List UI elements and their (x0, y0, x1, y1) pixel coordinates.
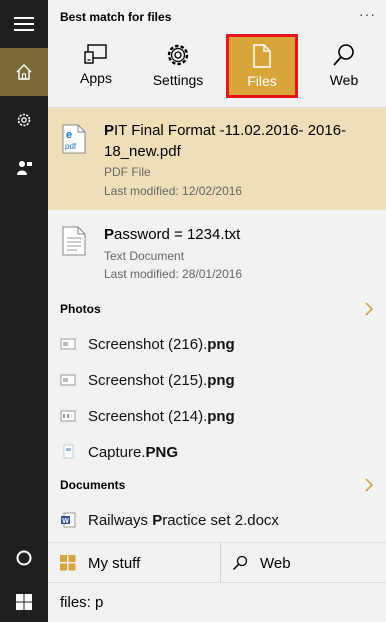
result-title-bold: P (104, 122, 115, 139)
result-type: PDF File (104, 165, 151, 179)
gear-icon (167, 44, 189, 66)
filter-files[interactable]: Files (226, 34, 298, 98)
filter-settings-label: Settings (152, 72, 204, 88)
scope-bar: My stuff Web (48, 542, 386, 582)
image-file-icon (60, 338, 76, 350)
result-modified: Last modified: 28/01/2016 (104, 267, 243, 281)
doc-name-post: ractice set 2.docx (162, 511, 279, 529)
list-item[interactable]: Screenshot (216).png (48, 326, 386, 362)
list-item-label: Railways Practice set 2.docx (88, 512, 279, 529)
svg-text:e: e (66, 129, 72, 141)
word-document-icon: W (61, 512, 76, 528)
search-box[interactable]: files: p (48, 582, 386, 622)
cortana-button[interactable] (0, 534, 48, 582)
hamburger-icon (14, 17, 34, 31)
file-ext: png (207, 407, 235, 425)
windows-logo-icon (16, 594, 32, 610)
search-icon (333, 44, 354, 66)
web-scope-button[interactable]: Web (232, 543, 382, 582)
svg-text:W: W (62, 518, 69, 525)
home-icon (16, 64, 32, 80)
my-stuff-button[interactable]: My stuff (60, 543, 218, 582)
doc-name-bold: P (152, 511, 163, 529)
result-title-bold: P (104, 226, 115, 243)
result-title-rest: assword = 1234.txt (114, 226, 241, 243)
my-stuff-label: My stuff (88, 554, 141, 572)
apps-icon (84, 44, 107, 64)
search-query[interactable]: files: p (60, 594, 103, 611)
text-file-icon (62, 226, 86, 256)
chevron-right-icon[interactable] (364, 302, 374, 316)
file-name: Screenshot (216). (88, 335, 208, 353)
file-ext: png (207, 371, 235, 389)
result-title: PIT Final Format -11.02.2016- 2016- 18_n… (104, 120, 346, 162)
gear-icon (17, 113, 31, 127)
result-type: Text Document (104, 249, 185, 263)
image-file-icon (60, 410, 76, 422)
feedback-button[interactable] (0, 144, 48, 192)
result-pdf-file[interactable]: e pdf PIT Final Format -11.02.2016- 2016… (48, 108, 386, 210)
file-ext: png (207, 335, 235, 353)
search-results-panel: Best match for files ··· Apps Settings F… (48, 0, 386, 582)
file-name: Capture. (88, 443, 146, 461)
divider (220, 543, 221, 582)
file-name: Screenshot (214). (88, 407, 208, 425)
home-button[interactable] (0, 48, 48, 96)
list-item-label: Screenshot (215).png (88, 372, 235, 389)
result-title-line2: 18_new.pdf (104, 143, 181, 160)
menu-button[interactable] (0, 0, 48, 48)
feedback-icon (17, 161, 32, 175)
filter-apps-label: Apps (80, 70, 112, 86)
list-item-label: Capture.PNG (88, 444, 178, 461)
list-item[interactable]: Screenshot (214).png (48, 398, 386, 434)
doc-name-pre: Railways (88, 511, 153, 529)
section-title: Best match for files (60, 10, 172, 24)
more-options-button[interactable]: ··· (359, 6, 376, 22)
chevron-right-icon[interactable] (364, 478, 374, 492)
filter-apps[interactable]: Apps (56, 34, 136, 98)
svg-text:pdf: pdf (65, 142, 77, 151)
result-title: Password = 1234.txt (104, 224, 240, 245)
web-scope-label: Web (260, 554, 291, 572)
filter-tabs: Apps Settings Files Web (48, 34, 386, 98)
file-name: Screenshot (215). (88, 371, 208, 389)
search-icon (232, 555, 248, 571)
result-modified: Last modified: 12/02/2016 (104, 184, 243, 198)
pdf-icon: e pdf (62, 124, 86, 154)
list-item-label: Screenshot (216).png (88, 336, 235, 353)
list-item[interactable]: Screenshot (215).png (48, 362, 386, 398)
file-icon (253, 44, 271, 68)
image-file-icon (63, 444, 74, 459)
list-item[interactable]: Capture.PNG (48, 434, 386, 470)
settings-rail-button[interactable] (0, 96, 48, 144)
documents-header: Documents (60, 478, 126, 492)
filter-web[interactable]: Web (304, 34, 384, 98)
start-button[interactable] (0, 578, 48, 622)
windows-logo-icon (60, 555, 76, 571)
filter-files-label: Files (247, 73, 277, 89)
result-title-rest: IT Final Format -11.02.2016- 2016- (114, 122, 347, 139)
cortana-icon (16, 550, 32, 566)
filter-web-label: Web (329, 72, 359, 88)
list-item-label: Screenshot (214).png (88, 408, 235, 425)
photos-header: Photos (60, 302, 101, 316)
list-item[interactable]: W Railways Practice set 2.docx (48, 502, 386, 538)
file-ext: PNG (145, 443, 179, 461)
left-rail (0, 0, 48, 622)
image-file-icon (60, 374, 76, 386)
result-text-file[interactable]: Password = 1234.txt Text Document Last m… (48, 210, 386, 294)
filter-settings[interactable]: Settings (138, 34, 218, 98)
